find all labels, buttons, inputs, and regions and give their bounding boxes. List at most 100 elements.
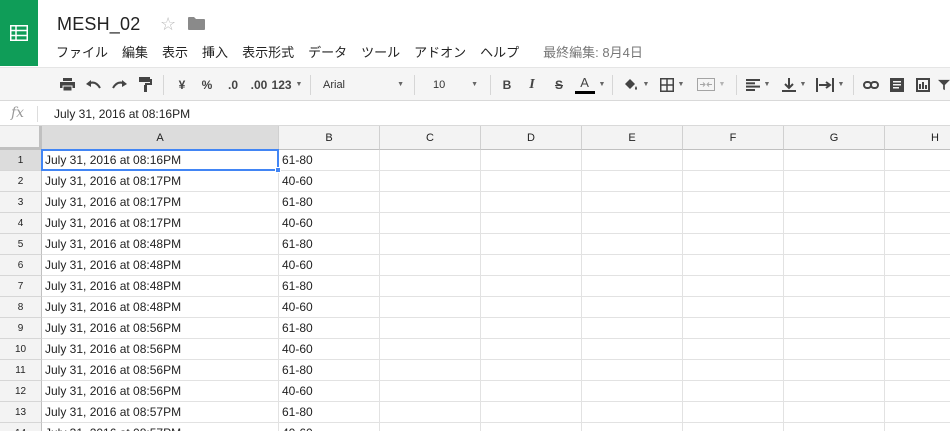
cell-d6[interactable] (481, 255, 582, 276)
vertical-align-dropdown[interactable]: ▼ (778, 68, 810, 101)
redo-icon[interactable] (109, 68, 129, 101)
menu-insert[interactable]: 挿入 (196, 42, 236, 60)
cell-h9[interactable] (885, 318, 950, 339)
cell-h4[interactable] (885, 213, 950, 234)
cell-d11[interactable] (481, 360, 582, 381)
cell-c4[interactable] (380, 213, 481, 234)
cell-e14[interactable] (582, 423, 683, 431)
cell-a12[interactable]: July 31, 2016 at 08:56PM (42, 381, 279, 402)
menu-format[interactable]: 表示形式 (236, 42, 302, 60)
cell-d10[interactable] (481, 339, 582, 360)
cell-b7[interactable]: 61-80 (279, 276, 380, 297)
filter-icon[interactable] (938, 68, 950, 101)
menu-view[interactable]: 表示 (156, 42, 196, 60)
row-header[interactable]: 5 (0, 234, 42, 255)
cell-d1[interactable] (481, 150, 582, 171)
cell-c13[interactable] (380, 402, 481, 423)
cell-d14[interactable] (481, 423, 582, 431)
increase-decimal-button[interactable]: .00 (246, 68, 272, 101)
cell-e2[interactable] (582, 171, 683, 192)
cell-f10[interactable] (683, 339, 784, 360)
column-header-f[interactable]: F (683, 126, 784, 150)
cell-g5[interactable] (784, 234, 885, 255)
cell-h12[interactable] (885, 381, 950, 402)
cell-h2[interactable] (885, 171, 950, 192)
row-header[interactable]: 11 (0, 360, 42, 381)
last-edit-link[interactable]: 最終編集: 8月4日 (527, 42, 643, 60)
cell-e3[interactable] (582, 192, 683, 213)
text-wrapping-dropdown[interactable]: ▼ (812, 68, 848, 101)
cell-a4[interactable]: July 31, 2016 at 08:17PM (42, 213, 279, 234)
cell-a11[interactable]: July 31, 2016 at 08:56PM (42, 360, 279, 381)
document-title[interactable]: MESH_02 (57, 14, 140, 35)
column-header-a[interactable]: A (42, 126, 279, 150)
cell-g4[interactable] (784, 213, 885, 234)
row-header[interactable]: 1 (0, 150, 42, 171)
cell-a10[interactable]: July 31, 2016 at 08:56PM (42, 339, 279, 360)
insert-comment-icon[interactable] (886, 68, 908, 101)
select-all-corner[interactable] (0, 126, 42, 150)
cell-d3[interactable] (481, 192, 582, 213)
cell-g10[interactable] (784, 339, 885, 360)
cell-a8[interactable]: July 31, 2016 at 08:48PM (42, 297, 279, 318)
cell-g13[interactable] (784, 402, 885, 423)
cell-h11[interactable] (885, 360, 950, 381)
cell-e5[interactable] (582, 234, 683, 255)
cell-f12[interactable] (683, 381, 784, 402)
row-header[interactable]: 4 (0, 213, 42, 234)
row-header[interactable]: 13 (0, 402, 42, 423)
menu-help[interactable]: ヘルプ (474, 42, 527, 60)
cell-e9[interactable] (582, 318, 683, 339)
cell-c14[interactable] (380, 423, 481, 431)
row-header[interactable]: 3 (0, 192, 42, 213)
cell-e11[interactable] (582, 360, 683, 381)
cell-f6[interactable] (683, 255, 784, 276)
cell-b4[interactable]: 40-60 (279, 213, 380, 234)
cell-d2[interactable] (481, 171, 582, 192)
cell-f7[interactable] (683, 276, 784, 297)
cell-h14[interactable] (885, 423, 950, 431)
cell-f2[interactable] (683, 171, 784, 192)
cell-c1[interactable] (380, 150, 481, 171)
cell-a14[interactable]: July 31, 2016 at 08:57PM (42, 423, 279, 431)
cell-e13[interactable] (582, 402, 683, 423)
cell-f8[interactable] (683, 297, 784, 318)
row-header[interactable]: 8 (0, 297, 42, 318)
cell-a3[interactable]: July 31, 2016 at 08:17PM (42, 192, 279, 213)
strikethrough-button[interactable]: S (550, 68, 568, 101)
menu-addons[interactable]: アドオン (408, 42, 474, 60)
column-header-b[interactable]: B (279, 126, 380, 150)
print-icon[interactable] (57, 68, 77, 101)
cell-b12[interactable]: 40-60 (279, 381, 380, 402)
cell-d13[interactable] (481, 402, 582, 423)
row-header[interactable]: 2 (0, 171, 42, 192)
horizontal-align-dropdown[interactable]: ▼ (742, 68, 774, 101)
cell-a5[interactable]: July 31, 2016 at 08:48PM (42, 234, 279, 255)
decrease-decimal-button[interactable]: .0 (222, 68, 244, 101)
cell-f14[interactable] (683, 423, 784, 431)
sheets-logo[interactable] (0, 0, 38, 66)
cell-c7[interactable] (380, 276, 481, 297)
row-header[interactable]: 7 (0, 276, 42, 297)
cell-f1[interactable] (683, 150, 784, 171)
cell-g9[interactable] (784, 318, 885, 339)
cell-g1[interactable] (784, 150, 885, 171)
italic-button[interactable]: I (524, 68, 540, 101)
cell-g3[interactable] (784, 192, 885, 213)
cell-c5[interactable] (380, 234, 481, 255)
column-header-e[interactable]: E (582, 126, 683, 150)
bold-button[interactable]: B (499, 68, 515, 101)
cell-c8[interactable] (380, 297, 481, 318)
percent-button[interactable]: % (199, 68, 215, 101)
merge-cells-dropdown[interactable]: ▼ (692, 68, 730, 101)
menu-data[interactable]: データ (302, 42, 355, 60)
cell-e1[interactable] (582, 150, 683, 171)
cell-c2[interactable] (380, 171, 481, 192)
cell-a2[interactable]: July 31, 2016 at 08:17PM (42, 171, 279, 192)
more-formats-dropdown[interactable]: 123 ▼ (272, 68, 303, 101)
cell-h1[interactable] (885, 150, 950, 171)
cell-b13[interactable]: 61-80 (279, 402, 380, 423)
menu-tools[interactable]: ツール (355, 42, 408, 60)
cell-b9[interactable]: 61-80 (279, 318, 380, 339)
undo-icon[interactable] (83, 68, 103, 101)
